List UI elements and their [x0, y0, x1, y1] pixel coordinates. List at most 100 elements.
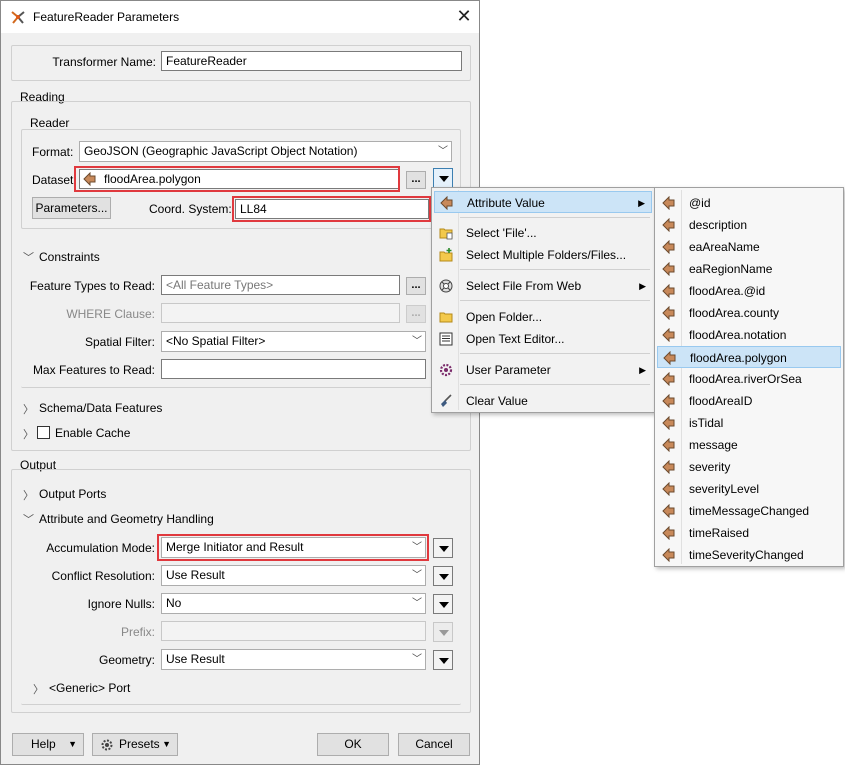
attribute-item[interactable]: floodArea.@id — [657, 280, 841, 302]
conflict-dropdown-button[interactable] — [433, 566, 453, 586]
attribute-arrow-icon — [662, 438, 675, 452]
attribute-arrow-icon — [662, 284, 675, 298]
menu-item-attribute-value[interactable]: Attribute Value ▶ — [434, 191, 652, 213]
spatial-filter-select[interactable]: <No Spatial Filter> ﹀ — [161, 331, 426, 352]
where-clause-label: WHERE Clause: — [66, 307, 155, 321]
presets-button[interactable]: Presets ▼ — [92, 733, 178, 756]
max-features-input[interactable] — [161, 359, 426, 379]
attribute-item[interactable]: floodAreaID — [657, 390, 841, 412]
attribute-arrow-icon — [662, 262, 675, 276]
accumulation-highlight-box — [157, 534, 429, 561]
menu-item-label: Select 'File'... — [466, 226, 537, 240]
schema-data-features-label[interactable]: Schema/Data Features — [39, 401, 162, 415]
submenu-arrow-icon: ▶ — [638, 198, 645, 208]
chevron-right-icon[interactable]: 〉 — [23, 426, 34, 442]
dataset-label: Dataset: — [32, 173, 77, 187]
ignore-nulls-value: No — [166, 596, 182, 610]
feature-types-browse-button[interactable]: ... — [406, 277, 426, 295]
parameters-button[interactable]: Parameters... — [32, 197, 111, 219]
attribute-item-label: message — [689, 438, 738, 452]
menu-item-open-text-editor[interactable]: Open Text Editor... — [434, 328, 652, 350]
prefix-input[interactable] — [161, 621, 426, 641]
menu-item-open-folder[interactable]: Open Folder... — [434, 306, 652, 328]
featurereader-dialog: FeatureReader Parameters ✕ Transformer N… — [0, 0, 480, 765]
spatial-filter-value: <No Spatial Filter> — [166, 334, 266, 348]
menu-item-label: Select Multiple Folders/Files... — [466, 248, 627, 262]
ignore-nulls-label: Ignore Nulls: — [87, 597, 155, 611]
attribute-item[interactable]: severity — [657, 456, 841, 478]
attribute-item[interactable]: severityLevel — [657, 478, 841, 500]
ignore-nulls-dropdown-button[interactable] — [433, 594, 453, 614]
fme-transformer-icon — [11, 11, 25, 24]
attribute-item-label: isTidal — [689, 416, 724, 430]
enable-cache-checkbox[interactable] — [37, 426, 50, 439]
prefix-dropdown-button[interactable] — [433, 622, 453, 642]
attribute-item[interactable]: floodArea.notation — [657, 324, 841, 346]
dataset-highlight-box — [74, 166, 400, 192]
constraints-label[interactable]: Constraints — [39, 250, 100, 264]
cancel-button[interactable]: Cancel — [398, 733, 470, 756]
attribute-item[interactable]: floodArea.polygon — [657, 346, 841, 368]
close-icon[interactable]: ✕ — [453, 5, 475, 27]
chevron-down-icon: ﹀ — [412, 654, 422, 665]
menu-item-clear-value[interactable]: Clear Value — [434, 390, 652, 412]
menu-item-label: Select File From Web — [466, 279, 582, 293]
attribute-item-label: description — [689, 218, 748, 232]
submenu-arrow-icon: ▶ — [639, 281, 646, 291]
web-icon — [439, 279, 453, 293]
attribute-value-submenu: @id description eaAreaName eaRegionName floo… — [654, 187, 844, 567]
attribute-item[interactable]: message — [657, 434, 841, 456]
attribute-item[interactable]: @id — [657, 192, 841, 214]
dataset-context-menu: Attribute Value ▶ Select 'File'... Selec… — [431, 187, 655, 413]
help-button[interactable]: Help ▼ — [12, 733, 84, 756]
attribute-item[interactable]: eaRegionName — [657, 258, 841, 280]
attribute-item[interactable]: description — [657, 214, 841, 236]
presets-label: Presets — [119, 737, 160, 751]
attribute-item-label: @id — [689, 196, 711, 210]
attribute-arrow-icon — [662, 526, 675, 540]
conflict-resolution-select[interactable]: Use Result ﹀ — [161, 565, 426, 586]
attribute-item[interactable]: timeSeverityChanged — [657, 544, 841, 566]
reader-label: Reader — [30, 116, 70, 130]
chevron-right-icon[interactable]: 〉 — [23, 401, 34, 417]
ignore-nulls-select[interactable]: No ﹀ — [161, 593, 426, 614]
where-clause-browse-button[interactable]: ... — [406, 305, 426, 323]
conflict-resolution-value: Use Result — [166, 568, 225, 582]
ok-button[interactable]: OK — [317, 733, 389, 756]
chevron-down-icon: ﹀ — [412, 336, 422, 347]
text-editor-icon — [439, 332, 453, 346]
chevron-right-icon[interactable]: 〉 — [23, 487, 34, 503]
dataset-dropdown-button[interactable] — [433, 168, 453, 188]
attribute-item-label: timeMessageChanged — [689, 504, 810, 518]
max-features-label: Max Features to Read: — [32, 363, 155, 377]
attribute-item[interactable]: isTidal — [657, 412, 841, 434]
broom-icon — [441, 394, 452, 407]
attribute-item[interactable]: timeMessageChanged — [657, 500, 841, 522]
transformer-name-input[interactable]: FeatureReader — [161, 51, 462, 71]
attribute-item[interactable]: floodArea.riverOrSea — [657, 368, 841, 390]
chevron-down-icon: ﹀ — [438, 146, 448, 157]
menu-item-user-parameter[interactable]: User Parameter ▶ — [434, 359, 652, 381]
attribute-item[interactable]: timeRaised — [657, 522, 841, 544]
format-select[interactable]: GeoJSON (Geographic JavaScript Object No… — [79, 141, 452, 162]
generic-port-label[interactable]: <Generic> Port — [49, 681, 130, 695]
attribute-arrow-icon — [662, 548, 675, 562]
folder-icon — [439, 312, 453, 323]
dataset-browse-button[interactable]: ... — [406, 171, 426, 189]
feature-types-input[interactable]: <All Feature Types> — [161, 275, 400, 295]
menu-item-select-multiple[interactable]: Select Multiple Folders/Files... — [434, 244, 652, 266]
accumulation-dropdown-button[interactable] — [433, 538, 453, 558]
output-ports-label[interactable]: Output Ports — [39, 487, 106, 501]
geometry-dropdown-button[interactable] — [433, 650, 453, 670]
attribute-item-label: floodArea.notation — [689, 328, 787, 342]
geometry-select[interactable]: Use Result ﹀ — [161, 649, 426, 670]
attribute-item[interactable]: eaAreaName — [657, 236, 841, 258]
where-clause-input[interactable] — [161, 303, 400, 323]
menu-item-select-file-from-web[interactable]: Select File From Web ▶ — [434, 275, 652, 297]
menu-item-select-file[interactable]: Select 'File'... — [434, 222, 652, 244]
attribute-arrow-icon — [662, 218, 675, 232]
attribute-item[interactable]: floodArea.county — [657, 302, 841, 324]
coord-system-label: Coord. System: — [149, 202, 232, 216]
submenu-arrow-icon: ▶ — [639, 365, 646, 375]
chevron-right-icon[interactable]: 〉 — [33, 681, 44, 697]
